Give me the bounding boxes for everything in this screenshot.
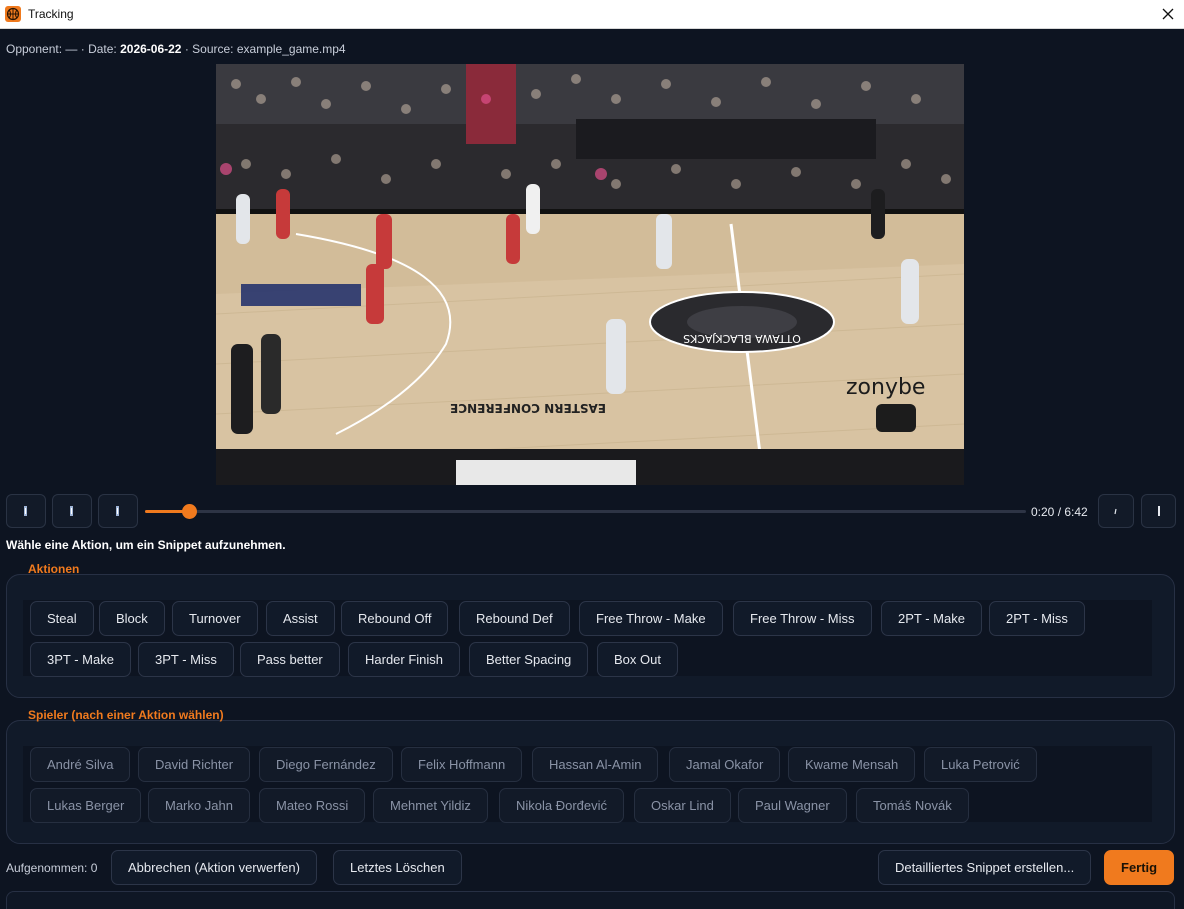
action-hint: Wähle eine Aktion, um ein Snippet aufzun… (6, 538, 286, 552)
action-2pt-miss[interactable]: 2PT - Miss (989, 601, 1085, 636)
action-steal[interactable]: Steal (30, 601, 94, 636)
mark-button[interactable] (1141, 494, 1176, 528)
action-harder-finish[interactable]: Harder Finish (348, 642, 461, 677)
play-pause-icon (70, 506, 73, 516)
source-label: · Source: (184, 42, 234, 56)
player-oskar-lind[interactable]: Oskar Lind (634, 788, 731, 823)
action-block[interactable]: Block (99, 601, 165, 636)
court-logo-text: OTTAWA BLACKJACKS (683, 332, 801, 345)
player-marko-jahn[interactable]: Marko Jahn (148, 788, 250, 823)
mark-icon (1157, 506, 1160, 516)
player-nikola-djordjevic[interactable]: Nikola Đorđević (499, 788, 625, 823)
svg-text:zonybe: zonybe (846, 375, 925, 400)
done-button[interactable]: Fertig (1104, 850, 1175, 885)
player-kwame-mensah[interactable]: Kwame Mensah (788, 747, 916, 782)
action-rebound-def[interactable]: Rebound Def (459, 601, 570, 636)
player-andre-silva[interactable]: André Silva (30, 747, 131, 782)
cancel-action-button[interactable]: Abbrechen (Aktion verwerfen) (111, 850, 317, 885)
recorded-count: Aufgenommen: 0 (6, 861, 98, 875)
time-display: 0:20 / 6:42 (1031, 505, 1088, 519)
delete-last-button[interactable]: Letztes Löschen (333, 850, 462, 885)
snippet-list-panel (6, 891, 1175, 909)
player-paul-wagner[interactable]: Paul Wagner (738, 788, 847, 823)
action-3pt-make[interactable]: 3PT - Make (30, 642, 131, 677)
speed-button[interactable] (1098, 494, 1134, 528)
seek-handle[interactable] (182, 504, 197, 519)
close-icon[interactable] (1157, 4, 1179, 24)
rewind-button[interactable] (6, 494, 46, 528)
video-player[interactable]: OTTAWA BLACKJACKS EASTERN CONFERENCE zon… (216, 64, 964, 485)
video-frame: OTTAWA BLACKJACKS EASTERN CONFERENCE zon… (216, 64, 964, 485)
player-diego-fernandez[interactable]: Diego Fernández (259, 747, 393, 782)
player-lukas-berger[interactable]: Lukas Berger (30, 788, 142, 823)
player-luka-petrovic[interactable]: Luka Petrović (924, 747, 1037, 782)
date-label: · Date: (80, 42, 117, 56)
action-2pt-make[interactable]: 2PT - Make (881, 601, 982, 636)
opponent-value: — (65, 42, 78, 56)
action-free-throw-miss[interactable]: Free Throw - Miss (733, 601, 872, 636)
title-bar: Tracking (0, 0, 1184, 29)
players-title: Spieler (nach einer Aktion wählen) (28, 708, 224, 722)
action-assist[interactable]: Assist (266, 601, 335, 636)
action-3pt-miss[interactable]: 3PT - Miss (138, 642, 234, 677)
player-mateo-rossi[interactable]: Mateo Rossi (259, 788, 366, 823)
player-jamal-okafor[interactable]: Jamal Okafor (669, 747, 781, 782)
action-box-out[interactable]: Box Out (597, 642, 678, 677)
detailed-snippet-button[interactable]: Detailliertes Snippet erstellen... (878, 850, 1092, 885)
player-david-richter[interactable]: David Richter (138, 747, 251, 782)
window-title: Tracking (28, 7, 74, 21)
source-value: example_game.mp4 (236, 42, 346, 56)
forward-icon (116, 506, 119, 516)
action-free-throw-make[interactable]: Free Throw - Make (579, 601, 723, 636)
player-tomas-novak[interactable]: Tomáš Novák (856, 788, 969, 823)
app-icon (5, 6, 21, 22)
seek-bar[interactable] (145, 504, 1026, 519)
court-conference-text: EASTERN CONFERENCE (450, 401, 606, 415)
play-pause-button[interactable] (52, 494, 92, 528)
rewind-icon (24, 506, 27, 516)
action-better-spacing[interactable]: Better Spacing (469, 642, 589, 677)
player-hassan-al-amin[interactable]: Hassan Al-Amin (532, 747, 659, 782)
action-turnover[interactable]: Turnover (172, 601, 258, 636)
forward-button[interactable] (98, 494, 138, 528)
opponent-label: Opponent: (6, 42, 63, 56)
action-pass-better[interactable]: Pass better (240, 642, 340, 677)
player-mehmet-yildiz[interactable]: Mehmet Yildiz (373, 788, 488, 823)
speed-icon (1114, 508, 1117, 515)
player-felix-hoffmann[interactable]: Felix Hoffmann (401, 747, 523, 782)
actions-title: Aktionen (28, 562, 80, 576)
action-rebound-off[interactable]: Rebound Off (341, 601, 449, 636)
date-value: 2026-06-22 (120, 42, 182, 56)
game-meta: Opponent: — · Date: 2026-06-22 · Source:… (6, 42, 346, 56)
